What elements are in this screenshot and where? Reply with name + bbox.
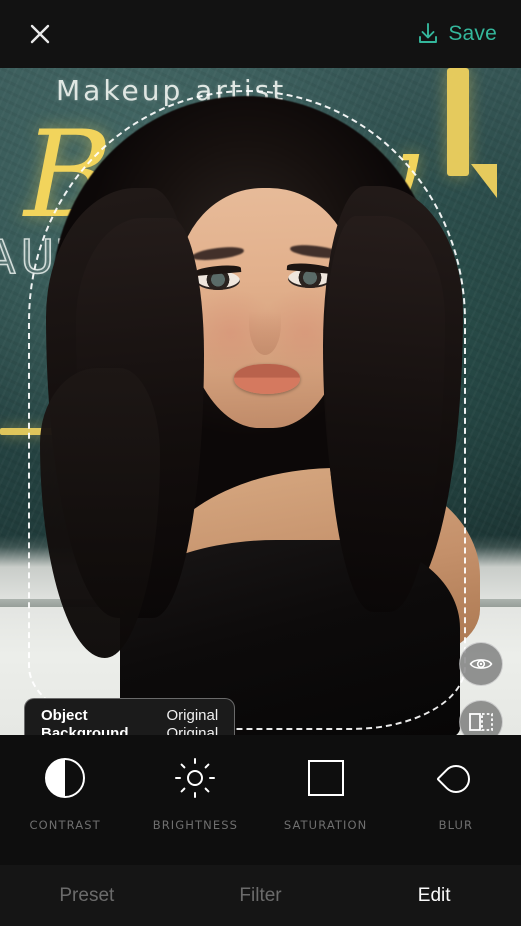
close-icon	[30, 24, 50, 44]
top-bar: Save	[0, 0, 521, 68]
tool-label-saturation: SATURATION	[283, 818, 368, 832]
info-key-background: Background	[41, 725, 129, 735]
subject-portrait	[0, 68, 521, 735]
tab-preset[interactable]: Preset	[0, 885, 174, 907]
droplet-icon	[436, 757, 476, 799]
preview-toggle-button[interactable]	[459, 642, 503, 686]
bottom-tab-bar: Preset Filter Edit	[0, 865, 521, 926]
eye-icon	[469, 659, 493, 669]
before-after-split-icon	[469, 713, 493, 731]
info-value-object: Original	[166, 707, 219, 724]
download-icon	[419, 23, 438, 43]
info-key-object: Object	[41, 707, 88, 724]
tool-label-brightness: BRIGHTNESS	[152, 818, 239, 832]
contrast-icon	[45, 757, 86, 799]
tool-brightness[interactable]: BRIGHTNESS	[143, 757, 247, 832]
tool-label-blur: BLUR	[438, 818, 474, 832]
tool-saturation[interactable]: SATURATION	[274, 757, 378, 832]
save-button[interactable]: Save	[413, 18, 501, 50]
adjustment-tools: CONTRAST BRIGHTNESS SATURATION BLUR	[0, 735, 521, 865]
save-label: Save	[448, 22, 497, 45]
tab-edit[interactable]: Edit	[347, 885, 521, 907]
photo-canvas[interactable]: Beauty Makeup artist AUTY	[0, 68, 521, 735]
square-icon	[307, 757, 344, 799]
tool-contrast[interactable]: CONTRAST	[13, 757, 117, 832]
photo-editor-screen: Save Beauty Makeup artist AUTY	[0, 0, 521, 926]
sun-icon	[175, 757, 216, 799]
close-button[interactable]	[20, 14, 60, 54]
adjustment-info-panel: Object Original Background Original	[24, 698, 236, 735]
tool-label-contrast: CONTRAST	[29, 818, 101, 832]
tool-blur[interactable]: BLUR	[404, 757, 508, 832]
tab-filter[interactable]: Filter	[174, 885, 348, 907]
info-value-background: Original	[166, 725, 219, 735]
